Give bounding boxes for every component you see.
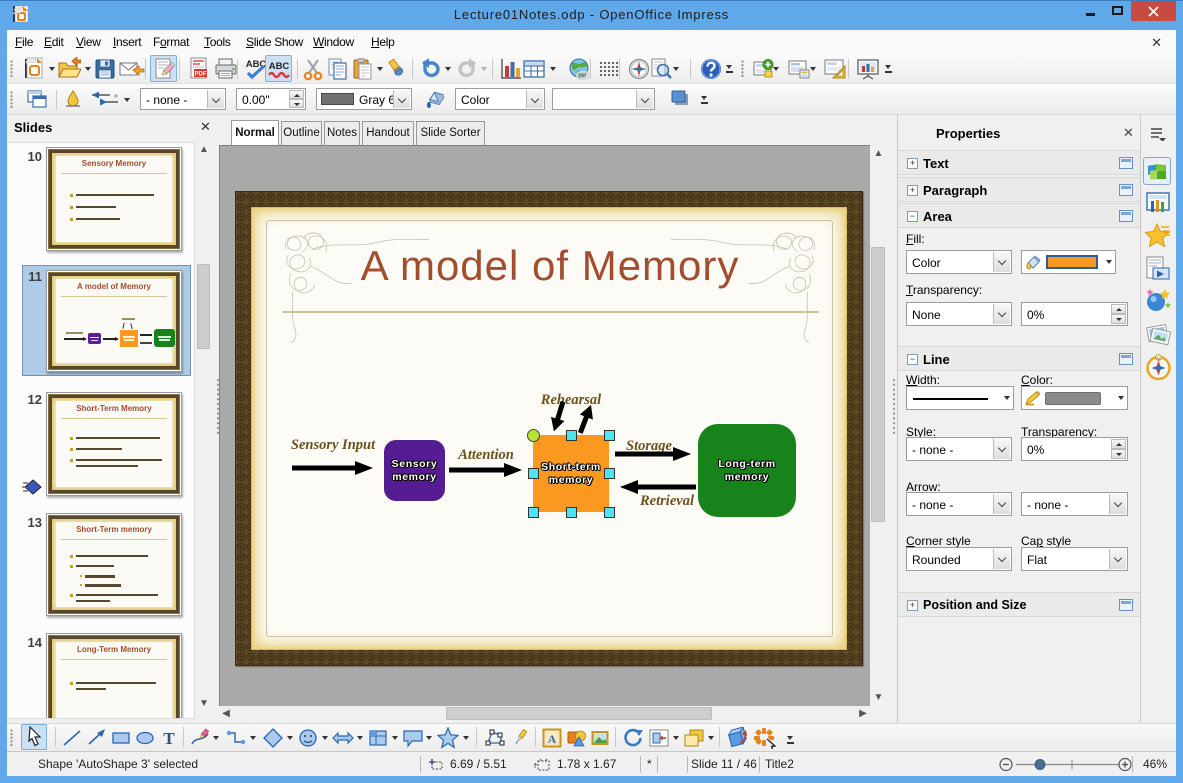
svg-text:PDF: PDF xyxy=(195,72,207,78)
svg-text:ABC: ABC xyxy=(269,61,290,72)
svg-text:T: T xyxy=(163,729,175,748)
svg-text:N: N xyxy=(1157,356,1160,361)
svg-text:A: A xyxy=(548,732,557,746)
svg-text:«: « xyxy=(114,93,118,100)
